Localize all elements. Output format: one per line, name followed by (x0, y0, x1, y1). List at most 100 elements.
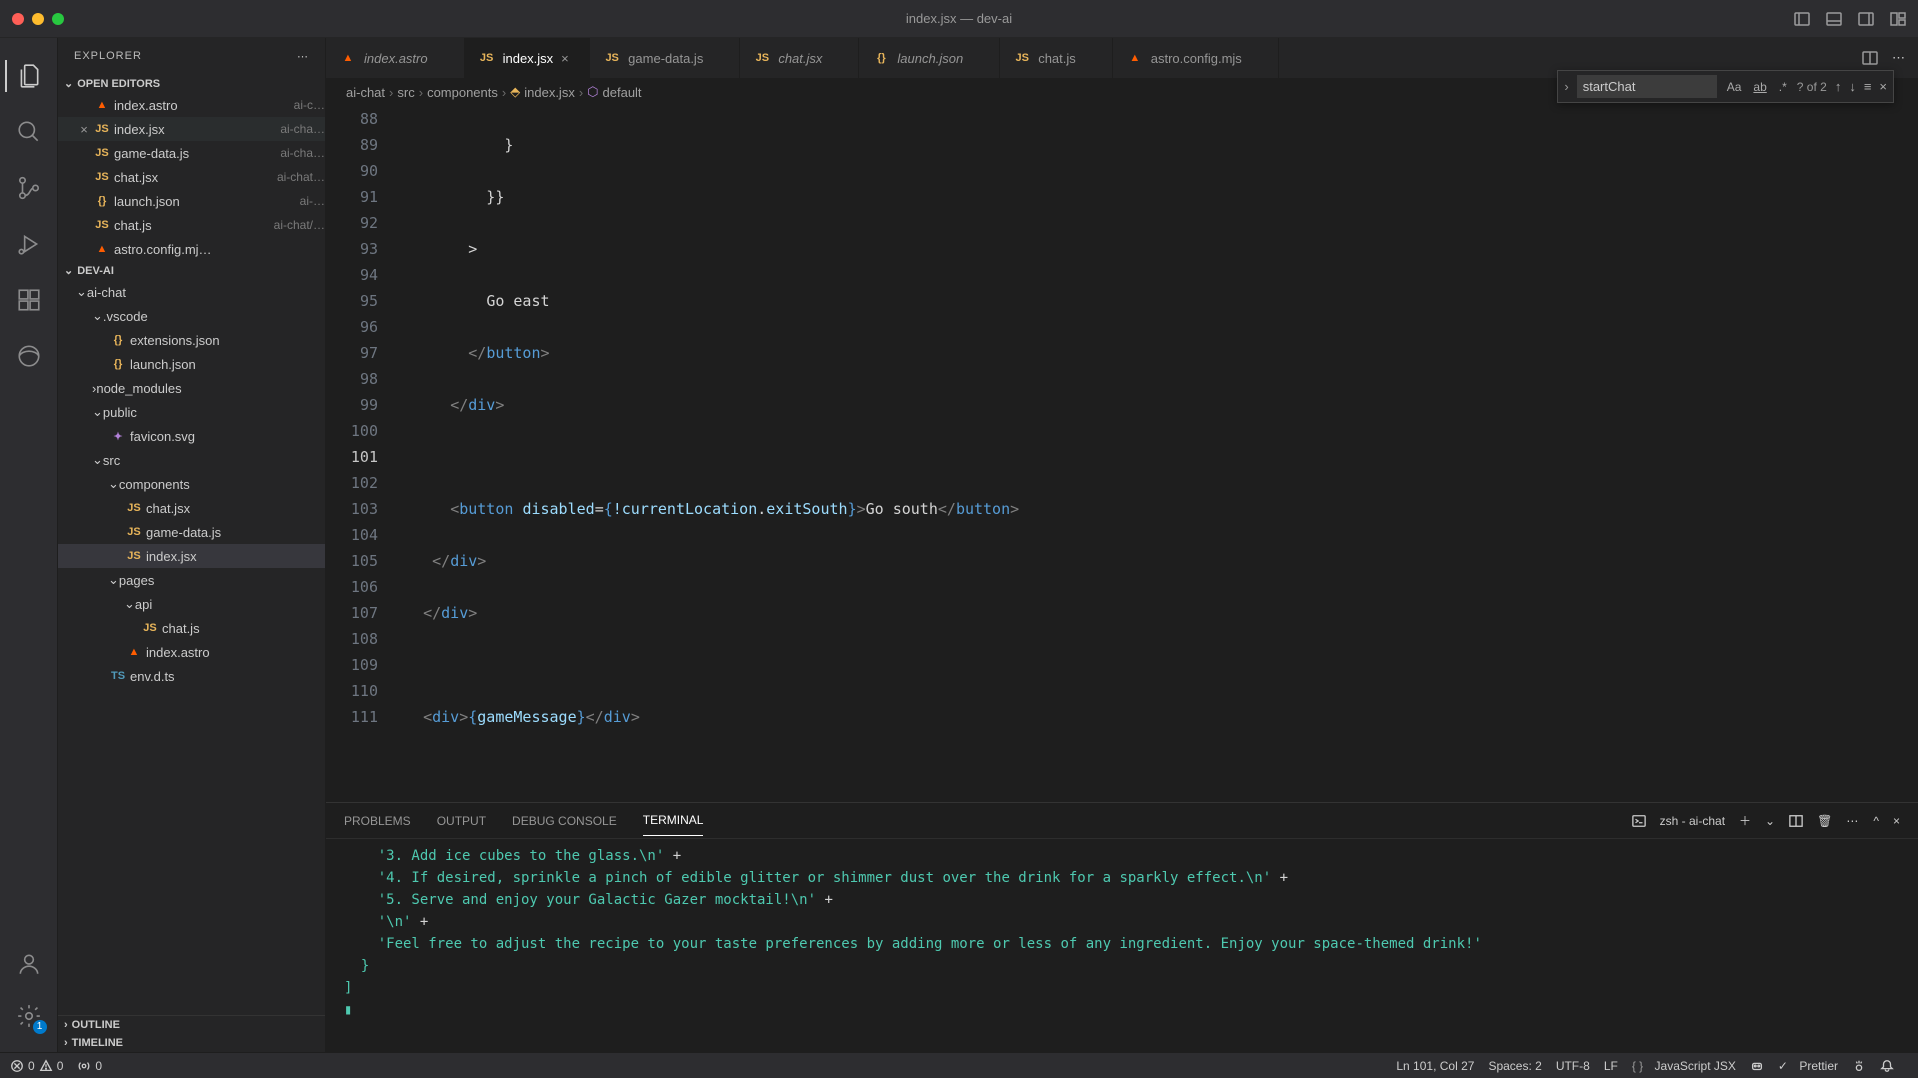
tree-file[interactable]: {}extensions.json (58, 328, 325, 352)
project-header[interactable]: ⌄ DEV-AI (58, 261, 325, 280)
open-editor-item[interactable]: JSchat.jsxai-chat… (58, 165, 325, 189)
crumb[interactable]: src (397, 85, 414, 100)
tree-folder[interactable]: ⌄components (58, 472, 325, 496)
activity-search[interactable] (5, 108, 53, 156)
editor-tab[interactable]: {}launch.json (859, 38, 1000, 78)
terminal-add-icon[interactable]: ＋ (1739, 812, 1751, 829)
terminal-body[interactable]: '3. Add ice cubes to the glass.\n' + '4.… (326, 839, 1918, 1052)
tree-folder[interactable]: ›node_modules (58, 376, 325, 400)
close-window-button[interactable] (12, 13, 24, 25)
terminal-dropdown-icon[interactable]: ⌄ (1765, 814, 1775, 828)
editor-tab[interactable]: JSindex.jsx× (465, 38, 591, 78)
status-errors[interactable]: 0 0 (10, 1059, 63, 1073)
find-close-icon[interactable]: × (1879, 79, 1887, 94)
panel-tab-terminal[interactable]: TERMINAL (643, 805, 704, 836)
panel-tab-problems[interactable]: PROBLEMS (344, 806, 411, 836)
line-number: 101 (326, 444, 378, 470)
find-selection-icon[interactable]: ≡ (1864, 79, 1872, 94)
status-prettier[interactable]: ✓ Prettier (1778, 1059, 1838, 1073)
outline-label: OUTLINE (72, 1019, 120, 1031)
timeline-header[interactable]: › TIMELINE (58, 1034, 325, 1052)
tree-folder[interactable]: ⌄.vscode (58, 304, 325, 328)
layout-sidebar-left-icon[interactable] (1794, 11, 1810, 27)
crumb[interactable]: default (603, 85, 642, 100)
tree-folder[interactable]: ⌄src (58, 448, 325, 472)
editor-body[interactable]: 8889909192939495969798991001011021031041… (326, 106, 1918, 802)
find-regex[interactable]: .* (1777, 78, 1789, 96)
tree-file[interactable]: ✦favicon.svg (58, 424, 325, 448)
activity-accounts[interactable] (5, 940, 53, 988)
editor-tab[interactable]: JSchat.js (1000, 38, 1113, 78)
activity-source-control[interactable] (5, 164, 53, 212)
open-editors-header[interactable]: ⌄ OPEN EDITORS (58, 74, 325, 93)
panel-tab-output[interactable]: OUTPUT (437, 806, 486, 836)
tree-folder[interactable]: ⌄api (58, 592, 325, 616)
tree-file[interactable]: JSindex.jsx (58, 544, 325, 568)
tree-folder[interactable]: ⌄public (58, 400, 325, 424)
layout-panel-icon[interactable] (1826, 11, 1842, 27)
kill-terminal-icon[interactable]: 🗑 (1817, 814, 1832, 828)
status-copilot-icon[interactable] (1750, 1059, 1764, 1073)
status-spaces[interactable]: Spaces: 2 (1488, 1059, 1541, 1073)
find-whole-word[interactable]: ab (1751, 78, 1768, 96)
tab-actions-more-icon[interactable]: ⋯ (1892, 50, 1906, 66)
minimize-window-button[interactable] (32, 13, 44, 25)
activity-edge[interactable] (5, 332, 53, 380)
terminal-shell-label[interactable]: zsh - ai-chat (1660, 814, 1725, 828)
status-language[interactable]: { } JavaScript JSX (1632, 1059, 1736, 1073)
find-match-case[interactable]: Aa (1725, 78, 1744, 96)
maximize-window-button[interactable] (52, 13, 64, 25)
panel-close-icon[interactable]: × (1893, 814, 1900, 828)
status-feedback-icon[interactable] (1852, 1059, 1866, 1073)
find-prev-icon[interactable]: ↑ (1835, 79, 1842, 94)
editor-tab[interactable]: JSgame-data.js (590, 38, 740, 78)
editor-tab[interactable]: JSchat.jsx (740, 38, 859, 78)
status-bell-icon[interactable] (1880, 1059, 1894, 1073)
split-editor-icon[interactable] (1862, 50, 1878, 66)
open-editor-item[interactable]: {}launch.jsonai-… (58, 189, 325, 213)
tree-file[interactable]: TSenv.d.ts (58, 664, 325, 688)
file-path: ai-cha… (280, 122, 325, 136)
open-editor-item[interactable]: JSchat.jsai-chat/… (58, 213, 325, 237)
sidebar-more-icon[interactable]: ⋯ (297, 50, 309, 63)
crumb[interactable]: components (427, 85, 498, 100)
tree-file[interactable]: JSchat.jsx (58, 496, 325, 520)
status-cursor[interactable]: Ln 101, Col 27 (1396, 1059, 1474, 1073)
editor-tab[interactable]: ▲astro.config.mjs (1113, 38, 1279, 78)
outline-header[interactable]: › OUTLINE (58, 1015, 325, 1034)
tree-folder[interactable]: ⌄ai-chat (58, 280, 325, 304)
crumb[interactable]: index.jsx (524, 85, 575, 100)
customize-layout-icon[interactable] (1890, 11, 1906, 27)
status-eol[interactable]: LF (1604, 1059, 1618, 1073)
close-tab-icon[interactable]: × (561, 51, 575, 66)
find-collapse-icon[interactable]: › (1564, 79, 1568, 94)
code-area[interactable]: } }} > Go east </button> </div> <button … (396, 106, 1918, 802)
find-next-icon[interactable]: ↓ (1849, 79, 1856, 94)
tree-file[interactable]: {}launch.json (58, 352, 325, 376)
open-editor-item[interactable]: ×JSindex.jsxai-cha… (58, 117, 325, 141)
open-editor-item[interactable]: JSgame-data.jsai-cha… (58, 141, 325, 165)
split-terminal-icon[interactable] (1789, 814, 1803, 828)
editor-tab[interactable]: ▲index.astro (326, 38, 465, 78)
open-editor-item[interactable]: ▲astro.config.mj… (58, 237, 325, 261)
panel-maximize-icon[interactable]: ^ (1873, 814, 1879, 828)
panel-tab-debug[interactable]: DEBUG CONSOLE (512, 806, 617, 836)
find-input[interactable] (1577, 75, 1717, 98)
crumb[interactable]: ai-chat (346, 85, 385, 100)
open-editor-item[interactable]: ▲index.astroai-c… (58, 93, 325, 117)
tree-file[interactable]: JSgame-data.js (58, 520, 325, 544)
status-encoding[interactable]: UTF-8 (1556, 1059, 1590, 1073)
tree-folder[interactable]: ⌄pages (58, 568, 325, 592)
code-text: div (468, 396, 495, 414)
status-ports[interactable]: 0 (77, 1059, 102, 1073)
activity-run-debug[interactable] (5, 220, 53, 268)
activity-settings[interactable]: 1 (5, 992, 53, 1040)
activity-extensions[interactable] (5, 276, 53, 324)
close-editor-icon[interactable]: × (76, 122, 92, 137)
activity-explorer[interactable] (5, 52, 53, 100)
file-icon: JS (479, 50, 495, 66)
panel-more-icon[interactable]: ⋯ (1846, 814, 1859, 828)
tree-file[interactable]: JSchat.js (58, 616, 325, 640)
tree-file[interactable]: ▲index.astro (58, 640, 325, 664)
layout-sidebar-right-icon[interactable] (1858, 11, 1874, 27)
